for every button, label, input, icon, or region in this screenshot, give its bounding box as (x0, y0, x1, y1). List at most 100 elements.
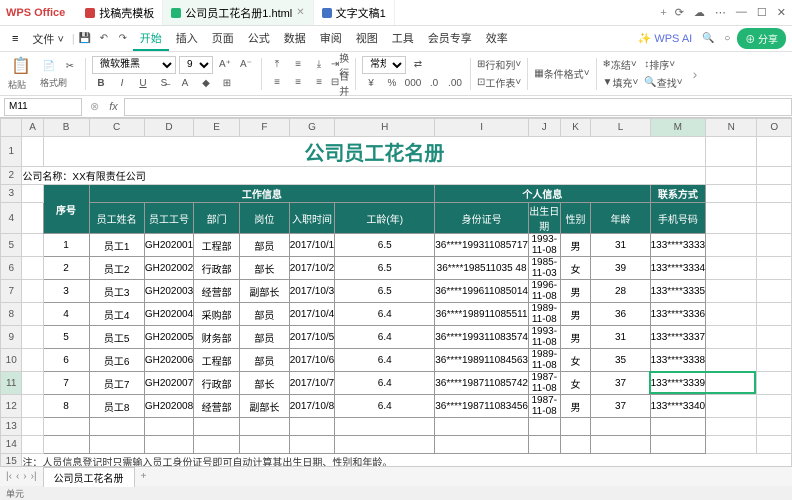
undo-icon[interactable]: ↶ (95, 31, 113, 47)
font-color-icon[interactable]: A (176, 76, 194, 92)
sheet-next-icon[interactable]: › (23, 471, 26, 482)
menu-效率[interactable]: 效率 (479, 27, 515, 51)
sort-button[interactable]: ↕ 排序 ˅ (644, 57, 675, 73)
row-col-button[interactable]: ⊞ 行和列 ˅ (477, 57, 521, 73)
minimize-button[interactable]: — (736, 6, 747, 19)
wps-ai-button[interactable]: ✨ WPS AI (632, 30, 699, 47)
merge-button[interactable]: ⊟ 合并 (331, 75, 349, 91)
spreadsheet-grid[interactable]: ABCDEFGHIJKLMNO1公司员工花名册2公司名称：XX有限责任公司3序号… (0, 118, 792, 466)
find-button[interactable]: 🔍 查找 ˅ (644, 75, 682, 91)
settings-icon[interactable]: ○ (718, 31, 736, 47)
row-header[interactable]: 10 (1, 349, 22, 372)
align-left-icon[interactable]: ≡ (268, 75, 286, 91)
select-all-corner[interactable] (1, 119, 22, 137)
col-header[interactable]: O (757, 119, 792, 137)
col-header[interactable]: C (89, 119, 144, 137)
file-tab[interactable]: 文字文稿1 (314, 0, 395, 25)
sync-icon[interactable]: ⟳ (675, 6, 684, 19)
menu-会员专享[interactable]: 会员专享 (421, 27, 479, 51)
paste-icon[interactable]: 📋 (8, 56, 34, 76)
bold-icon[interactable]: B (92, 76, 110, 92)
close-tab-icon[interactable]: ✕ (296, 7, 304, 18)
share-button[interactable]: ⊕ 分享 (737, 28, 786, 49)
formula-input[interactable] (124, 98, 792, 116)
col-header[interactable]: N (706, 119, 757, 137)
col-header[interactable]: B (43, 119, 89, 137)
file-tab[interactable]: 找稿壳模板 (77, 0, 163, 25)
menu-审阅[interactable]: 审阅 (313, 27, 349, 51)
formatbrush-label[interactable]: 格式刷 (40, 76, 79, 89)
menu-工具[interactable]: 工具 (385, 27, 421, 51)
cloud-icon[interactable]: ☁ (694, 6, 705, 19)
save-icon[interactable]: 💾 (76, 31, 94, 47)
search-icon[interactable]: 🔍 (699, 31, 717, 47)
col-header[interactable]: M (650, 119, 706, 137)
col-header[interactable]: L (591, 119, 650, 137)
cancel-formula-icon[interactable]: ⊗ (86, 100, 103, 113)
number-format-select[interactable]: 常规 (362, 56, 406, 74)
sheet-first-icon[interactable]: |‹ (6, 471, 12, 482)
hamburger-menu[interactable]: ≡ (6, 31, 24, 47)
sheet-tab[interactable]: 公司员工花名册 (43, 467, 135, 487)
menu-icon[interactable]: ⋯ (715, 6, 726, 19)
freeze-button[interactable]: ❄ 冻结 ˅ (603, 57, 637, 73)
dec-inc-icon[interactable]: .0 (425, 76, 443, 92)
menu-视图[interactable]: 视图 (349, 27, 385, 51)
row-header[interactable]: 5 (1, 234, 22, 257)
col-header[interactable]: K (560, 119, 591, 137)
col-header[interactable]: F (240, 119, 290, 137)
redo-icon[interactable]: ↷ (114, 31, 132, 47)
col-header[interactable]: E (194, 119, 240, 137)
name-box[interactable]: M11 (4, 98, 82, 116)
align-bottom-icon[interactable]: ⤓ (310, 57, 328, 73)
menu-页面[interactable]: 页面 (205, 27, 241, 51)
row-header[interactable]: 12 (1, 395, 22, 418)
row-header[interactable]: 3 (1, 185, 22, 203)
cut-icon[interactable]: ✂ (61, 58, 79, 74)
row-header[interactable]: 8 (1, 303, 22, 326)
row-header[interactable]: 2 (1, 167, 22, 185)
col-header[interactable]: H (335, 119, 435, 137)
sheet-prev-icon[interactable]: ‹ (16, 471, 19, 482)
row-header[interactable]: 1 (1, 137, 22, 167)
row-header[interactable]: 13 (1, 418, 22, 436)
worksheet-button[interactable]: ⊡ 工作表 ˅ (477, 75, 521, 91)
cond-format-button[interactable]: ▦ 条件格式 ˅ (534, 66, 589, 82)
col-header[interactable]: I (435, 119, 529, 137)
align-right-icon[interactable]: ≡ (310, 75, 328, 91)
row-header[interactable]: 14 (1, 436, 22, 454)
menu-插入[interactable]: 插入 (169, 27, 205, 51)
dec-dec-icon[interactable]: .00 (446, 76, 464, 92)
row-header[interactable]: 6 (1, 257, 22, 280)
col-header[interactable]: G (289, 119, 335, 137)
currency-icon[interactable]: ¥ (362, 76, 380, 92)
comma-icon[interactable]: 000 (404, 76, 422, 92)
strike-icon[interactable]: S̶ (155, 76, 173, 92)
fx-icon[interactable]: fx (103, 101, 124, 113)
decrease-font-icon[interactable]: A⁻ (237, 57, 255, 73)
row-header[interactable]: 11 (1, 372, 22, 395)
maximize-button[interactable]: ☐ (757, 6, 767, 19)
col-header[interactable]: A (22, 119, 43, 137)
add-sheet-button[interactable]: + (141, 471, 147, 482)
increase-font-icon[interactable]: A⁺ (216, 57, 234, 73)
col-header[interactable]: J (528, 119, 560, 137)
underline-icon[interactable]: U (134, 76, 152, 92)
fill-color-icon[interactable]: ◆ (197, 76, 215, 92)
row-header[interactable]: 7 (1, 280, 22, 303)
file-menu[interactable]: 文件 ˅ (25, 28, 70, 50)
align-center-icon[interactable]: ≡ (289, 75, 307, 91)
align-top-icon[interactable]: ⤒ (268, 57, 286, 73)
ribbon-more-icon[interactable]: › (689, 66, 702, 82)
percent-icon[interactable]: % (383, 76, 401, 92)
italic-icon[interactable]: I (113, 76, 131, 92)
sheet-last-icon[interactable]: ›| (31, 471, 37, 482)
row-header[interactable]: 15 (1, 454, 22, 467)
fill-button[interactable]: ▼ 填充 ˅ (603, 75, 639, 91)
font-size-select[interactable]: 9 (179, 56, 213, 74)
menu-开始[interactable]: 开始 (133, 27, 169, 51)
border-icon[interactable]: ⊞ (218, 76, 236, 92)
align-middle-icon[interactable]: ≡ (289, 57, 307, 73)
font-name-select[interactable]: 微软雅黑 (92, 56, 176, 74)
row-header[interactable]: 4 (1, 203, 22, 234)
